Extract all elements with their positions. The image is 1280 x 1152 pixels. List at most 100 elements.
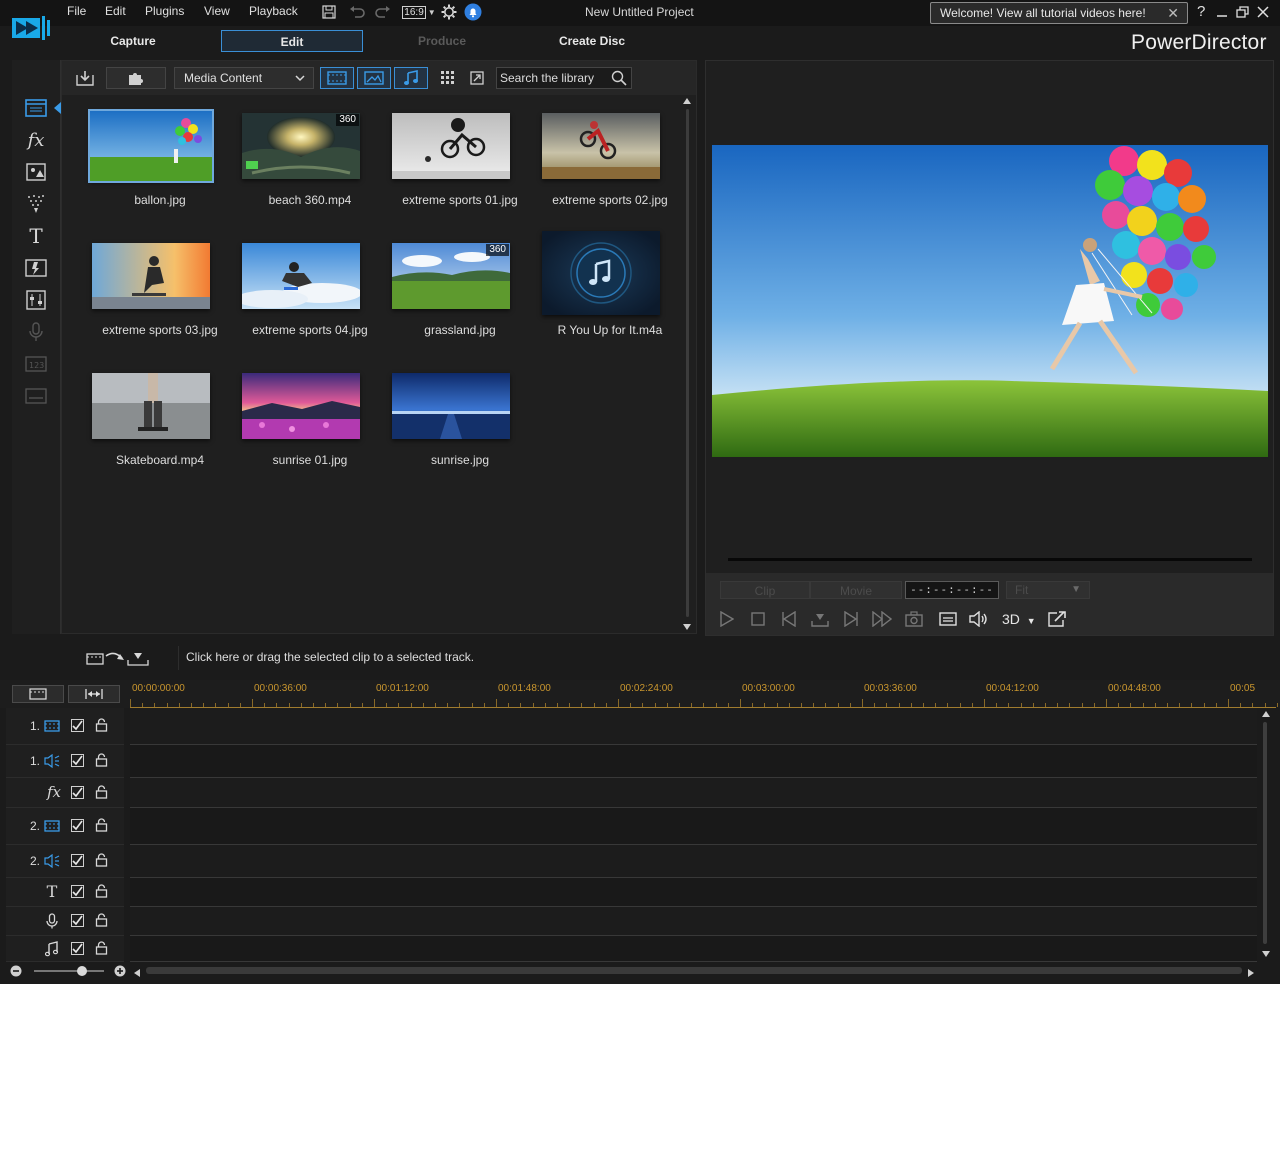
tab-clip[interactable]: Clip [720, 581, 810, 599]
voice-over-room-icon[interactable] [24, 320, 48, 344]
media-room-icon[interactable] [24, 96, 48, 120]
lock-icon[interactable] [95, 884, 108, 898]
track-enable-checkbox[interactable] [71, 786, 84, 799]
grid-view-button[interactable] [436, 67, 460, 89]
audio-mixing-room-icon[interactable] [24, 288, 48, 312]
track-lane-music[interactable] [130, 936, 1257, 962]
media-item-extreme-sports-02[interactable]: extreme sports 02.jpg [519, 113, 668, 233]
filter-image-button[interactable] [357, 67, 391, 89]
timeline-view-button[interactable] [12, 685, 64, 703]
aspect-ratio-dropdown[interactable]: 16:9 ▼ [402, 3, 436, 21]
lock-icon[interactable] [95, 753, 108, 767]
track-manager-button[interactable] [86, 650, 152, 668]
volume-button[interactable] [968, 609, 990, 629]
track-header-music[interactable] [6, 936, 124, 962]
track-header-title[interactable]: T [6, 878, 124, 907]
track-lane-audio-2[interactable] [130, 845, 1257, 878]
scroll-right-icon[interactable] [1247, 966, 1255, 977]
track-enable-checkbox[interactable] [71, 719, 84, 732]
timecode-display[interactable]: --:--:--:-- [905, 581, 999, 599]
timeline-ruler[interactable]: 00:00:00:00 00:00:36:00 00:01:12:00 00:0… [130, 680, 1278, 708]
media-item-sunrise-01[interactable]: sunrise 01.jpg [219, 373, 360, 493]
scroll-left-icon[interactable] [133, 966, 141, 977]
lock-icon[interactable] [95, 785, 108, 799]
scroll-track[interactable] [1263, 722, 1267, 944]
track-lane-video-2[interactable] [130, 808, 1257, 845]
title-room-icon[interactable]: T [24, 224, 48, 248]
zoom-out-icon[interactable] [10, 965, 22, 977]
plugins-button[interactable] [106, 67, 166, 89]
media-item-r-you-up-for-it[interactable]: R You Up for It.m4a [519, 231, 662, 351]
zoom-fit-dropdown[interactable]: Fit ▼ [1006, 581, 1090, 599]
media-content-dropdown[interactable]: Media Content [174, 67, 314, 89]
track-enable-checkbox[interactable] [71, 819, 84, 832]
track-enable-checkbox[interactable] [71, 754, 84, 767]
tab-capture[interactable]: Capture [62, 30, 204, 52]
media-item-beach-360[interactable]: 360 beach 360.mp4 [219, 113, 360, 233]
zoom-slider-track[interactable] [34, 970, 104, 972]
filter-video-button[interactable] [320, 67, 354, 89]
import-media-button[interactable] [72, 67, 98, 89]
media-item-extreme-sports-04[interactable]: extreme sports 04.jpg [219, 243, 368, 363]
lock-icon[interactable] [95, 853, 108, 867]
track-header-fx[interactable]: fx [6, 778, 124, 808]
redo-icon[interactable] [374, 3, 392, 21]
particle-room-icon[interactable] [24, 192, 48, 216]
zoom-slider-handle[interactable] [77, 966, 87, 976]
tab-edit[interactable]: Edit [221, 30, 363, 52]
track-lane-fx[interactable] [130, 778, 1257, 808]
pip-room-icon[interactable] [24, 160, 48, 184]
media-item-grassland[interactable]: 360 grassland.jpg [369, 243, 510, 363]
preview-timeline-slider[interactable] [728, 558, 1252, 561]
save-icon[interactable] [320, 3, 338, 21]
track-header-audio-2[interactable]: 2. [6, 845, 124, 878]
track-header-voice[interactable] [6, 907, 124, 936]
media-item-sunrise[interactable]: sunrise.jpg [369, 373, 510, 493]
track-header-video-2[interactable]: 2. [6, 808, 124, 845]
transition-room-icon[interactable] [24, 256, 48, 280]
storyboard-view-button[interactable] [68, 685, 120, 703]
search-library-input[interactable]: Search the library [496, 67, 632, 89]
menu-plugins[interactable]: Plugins [145, 4, 184, 18]
track-lane-voice[interactable] [130, 907, 1257, 936]
track-enable-checkbox[interactable] [71, 942, 84, 955]
tab-produce[interactable]: Produce [371, 30, 513, 52]
lock-icon[interactable] [95, 818, 108, 832]
track-lane-video-1[interactable] [130, 708, 1257, 745]
lock-icon[interactable] [95, 718, 108, 732]
gear-icon[interactable] [440, 3, 458, 21]
restore-icon[interactable] [1235, 3, 1249, 21]
media-item-extreme-sports-03[interactable]: extreme sports 03.jpg [69, 243, 218, 363]
welcome-tutorial-banner[interactable]: Welcome! View all tutorial videos here! … [930, 2, 1188, 24]
track-header-video-1[interactable]: 1. [6, 708, 124, 745]
play-button[interactable] [716, 609, 738, 629]
tab-movie[interactable]: Movie [810, 581, 902, 599]
window-close-icon[interactable] [1256, 3, 1270, 21]
search-icon[interactable] [611, 70, 627, 92]
split-button[interactable] [809, 609, 831, 629]
media-item-skateboard[interactable]: Skateboard.mp4 [69, 373, 210, 493]
track-lane-audio-1[interactable] [130, 745, 1257, 778]
expand-library-button[interactable] [465, 67, 489, 89]
fx-room-icon[interactable]: fx [24, 128, 48, 152]
menu-view[interactable]: View [204, 4, 230, 18]
fast-forward-button[interactable] [871, 609, 893, 629]
menu-file[interactable]: File [67, 4, 86, 18]
tab-create-disc[interactable]: Create Disc [521, 30, 663, 52]
scroll-track[interactable] [686, 109, 689, 617]
undock-preview-button[interactable] [1046, 609, 1068, 629]
track-enable-checkbox[interactable] [71, 885, 84, 898]
track-lane-title[interactable] [130, 878, 1257, 907]
menu-edit[interactable]: Edit [105, 4, 126, 18]
next-frame-button[interactable] [840, 609, 862, 629]
menu-playback[interactable]: Playback [249, 4, 298, 18]
snapshot-button[interactable] [903, 609, 925, 629]
help-button[interactable]: ? [1197, 3, 1205, 20]
timeline-horizontal-scrollbar[interactable] [146, 967, 1242, 974]
minimize-icon[interactable] [1215, 3, 1229, 21]
3d-mode-button[interactable]: 3D ▼ [1002, 609, 1036, 631]
library-scrollbar[interactable] [683, 97, 691, 631]
track-enable-checkbox[interactable] [71, 854, 84, 867]
media-item-ballon[interactable]: ballon.jpg [69, 109, 214, 233]
track-header-audio-1[interactable]: 1. [6, 745, 124, 778]
